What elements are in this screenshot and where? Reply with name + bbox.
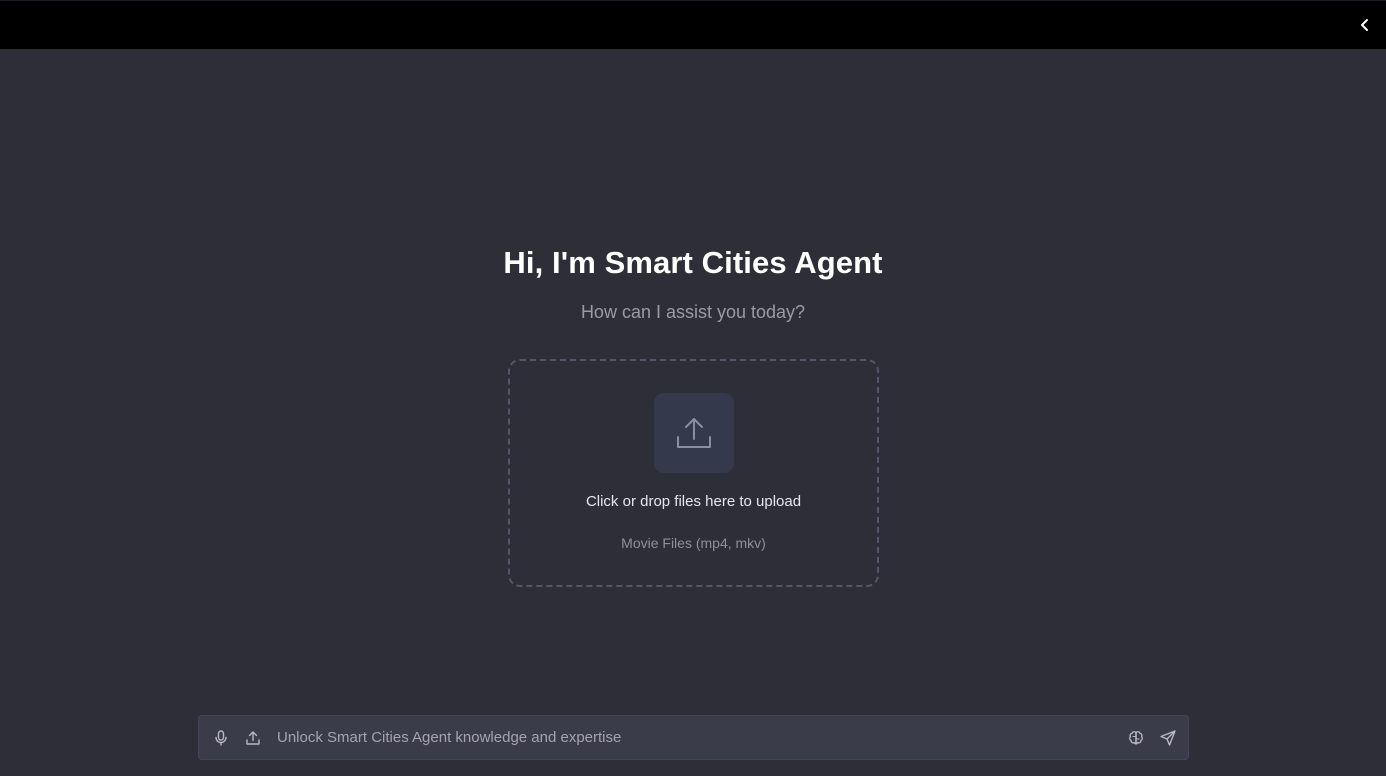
message-composer	[198, 715, 1189, 760]
page-title: Hi, I'm Smart Cities Agent	[503, 245, 883, 280]
upload-icon	[677, 418, 711, 448]
attach-file-button[interactable]	[242, 727, 264, 749]
send-button[interactable]	[1157, 727, 1179, 749]
knowledge-mode-button[interactable]	[1125, 727, 1147, 749]
upload-tile	[654, 393, 734, 473]
file-dropzone[interactable]: Click or drop files here to upload Movie…	[508, 359, 879, 587]
send-icon	[1160, 730, 1176, 746]
collapse-panel-button[interactable]	[1354, 13, 1376, 37]
chevron-left-icon	[1361, 19, 1368, 31]
brain-icon	[1129, 731, 1143, 745]
main-area: Hi, I'm Smart Cities Agent How can I ass…	[0, 49, 1386, 776]
microphone-icon	[215, 730, 227, 746]
microphone-button[interactable]	[210, 727, 232, 749]
dropzone-title: Click or drop files here to upload	[585, 493, 802, 510]
message-input[interactable]	[277, 716, 1107, 759]
page-subtitle: How can I assist you today?	[580, 302, 806, 322]
dropzone-formats: Movie Files (mp4, mkv)	[621, 535, 766, 551]
upload-icon	[246, 731, 260, 745]
top-bar	[0, 0, 1386, 49]
